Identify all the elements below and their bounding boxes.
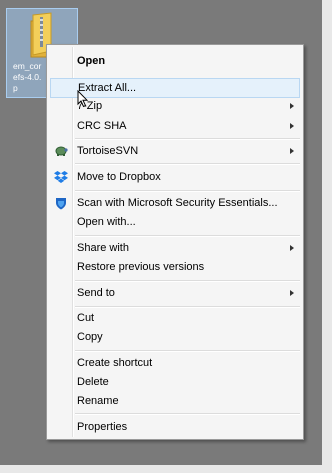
- menu-item-label: Properties: [77, 421, 128, 433]
- menu-separator: [75, 163, 300, 165]
- menu-item-label: Scan with Microsoft Security Essentials.…: [77, 197, 278, 209]
- submenu-arrow-icon: [290, 148, 294, 154]
- menu-item-label: Move to Dropbox: [77, 171, 161, 183]
- security-essentials-icon: [56, 198, 66, 210]
- menu-separator: [75, 350, 300, 352]
- mouse-cursor-icon: [77, 90, 89, 108]
- menu-separator: [75, 280, 300, 282]
- submenu-arrow-icon: [290, 123, 294, 129]
- menu-item-crc-sha[interactable]: CRC SHA: [50, 116, 300, 136]
- dropbox-icon: [54, 171, 68, 183]
- menu-item-label: Cut: [77, 312, 95, 324]
- menu-item-send-to[interactable]: Send to: [50, 283, 300, 303]
- window-frame-right: [322, 0, 332, 473]
- menu-item-label: Delete: [77, 376, 109, 388]
- menu-separator: [75, 190, 300, 192]
- menu-item-label: Send to: [77, 287, 115, 299]
- menu-item-share-with[interactable]: Share with: [50, 238, 300, 258]
- menu-separator: [75, 413, 300, 415]
- menu-item-properties[interactable]: Properties: [50, 417, 300, 437]
- menu-item-tortoisesvn[interactable]: TortoiseSVN: [50, 141, 300, 161]
- menu-item-move-to-dropbox[interactable]: Move to Dropbox: [50, 167, 300, 187]
- window-frame-bottom: [0, 465, 332, 473]
- menu-item-restore-previous-versions[interactable]: Restore previous versions: [50, 257, 300, 277]
- menu-item-scan-mse[interactable]: Scan with Microsoft Security Essentials.…: [50, 193, 300, 213]
- file-name-label: em_cor efs-4.0. p: [13, 61, 42, 93]
- menu-item-copy[interactable]: Copy: [50, 327, 300, 347]
- tortoisesvn-icon: [55, 146, 68, 156]
- menu-item-label: Copy: [77, 331, 103, 343]
- menu-item-create-shortcut[interactable]: Create shortcut: [50, 353, 300, 373]
- menu-item-label: TortoiseSVN: [77, 145, 139, 157]
- menu-item-rename[interactable]: Rename: [50, 391, 300, 411]
- menu-item-label: Share with: [77, 242, 129, 254]
- menu-item-cut[interactable]: Cut: [50, 308, 300, 328]
- menu-item-label: Open with...: [77, 216, 136, 228]
- menu-separator: [75, 138, 300, 140]
- menu-separator: [75, 235, 300, 237]
- menu-item-label: Rename: [77, 395, 119, 407]
- menu-item-label: Open: [77, 55, 106, 67]
- menu-item-open-with[interactable]: Open with...: [50, 212, 300, 232]
- menu-item-label: Restore previous versions: [77, 261, 205, 273]
- menu-item-open[interactable]: Open: [50, 51, 300, 71]
- menu-item-delete[interactable]: Delete: [50, 372, 300, 392]
- submenu-arrow-icon: [290, 290, 294, 296]
- submenu-arrow-icon: [290, 245, 294, 251]
- menu-item-label: CRC SHA: [77, 120, 127, 132]
- menu-item-label: Create shortcut: [77, 357, 153, 369]
- submenu-arrow-icon: [290, 103, 294, 109]
